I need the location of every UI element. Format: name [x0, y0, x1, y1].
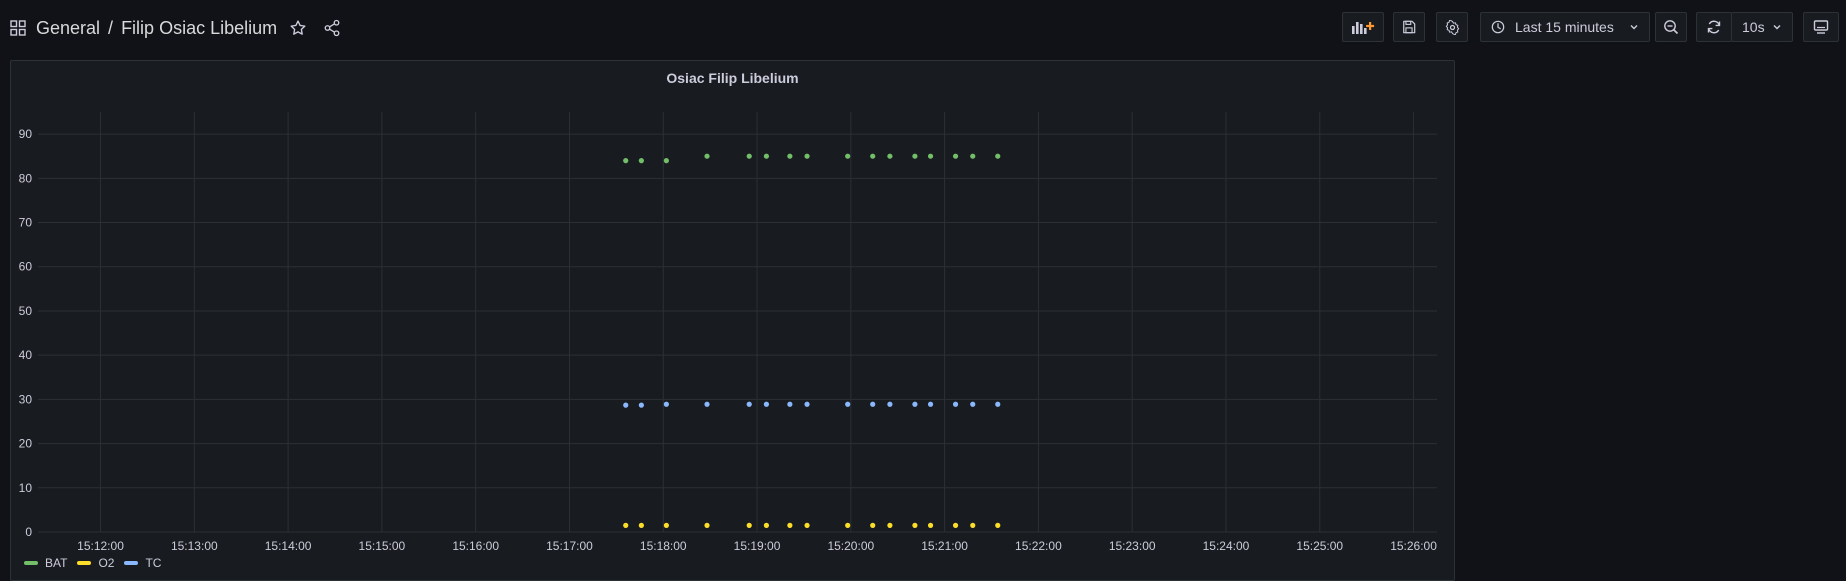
data-point-o2	[746, 522, 752, 528]
data-point-tc	[804, 401, 810, 407]
y-tick-label: 90	[19, 127, 33, 141]
legend-label: BAT	[45, 556, 68, 570]
x-tick-label: 15:26:00	[1390, 539, 1437, 553]
x-tick-label: 15:14:00	[265, 539, 312, 553]
data-point-tc	[887, 401, 893, 407]
y-tick-label: 60	[19, 260, 33, 274]
x-tick-label: 15:19:00	[734, 539, 781, 553]
data-point-bat	[952, 153, 959, 159]
data-point-bat	[912, 153, 918, 159]
data-point-bat	[638, 158, 644, 164]
data-point-tc	[952, 401, 959, 407]
legend-label: TC	[145, 556, 162, 570]
y-tick-label: 80	[19, 171, 33, 185]
data-point-bat	[804, 153, 810, 159]
data-point-o2	[912, 522, 918, 528]
data-point-tc	[763, 401, 770, 407]
x-tick-label: 15:16:00	[452, 539, 499, 553]
data-point-o2	[887, 522, 893, 528]
data-point-o2	[970, 522, 976, 528]
legend-item-tc[interactable]: TC	[124, 556, 161, 570]
data-point-tc	[927, 401, 934, 407]
data-point-o2	[663, 522, 669, 528]
data-point-bat	[845, 153, 851, 159]
data-point-tc	[995, 401, 1001, 407]
data-point-tc	[638, 402, 644, 408]
chart-legend: BAT O2 TC	[24, 556, 171, 570]
x-tick-label: 15:12:00	[77, 539, 124, 553]
x-tick-label: 15:20:00	[827, 539, 874, 553]
data-point-o2	[952, 522, 959, 528]
legend-swatch	[77, 561, 92, 565]
data-point-bat	[970, 153, 976, 159]
data-point-bat	[887, 153, 893, 159]
data-point-bat	[787, 153, 793, 159]
data-point-tc	[623, 402, 629, 408]
legend-label: O2	[98, 556, 115, 570]
legend-swatch	[24, 561, 38, 565]
data-point-bat	[763, 153, 770, 159]
data-point-o2	[845, 522, 851, 528]
data-point-bat	[995, 153, 1001, 159]
y-tick-label: 10	[19, 481, 33, 495]
data-point-bat	[704, 153, 710, 159]
legend-swatch	[124, 561, 139, 565]
data-point-bat	[623, 158, 629, 164]
data-point-o2	[927, 522, 934, 528]
data-point-bat	[746, 153, 752, 159]
x-tick-label: 15:15:00	[359, 539, 406, 553]
data-point-bat	[663, 158, 669, 164]
data-point-tc	[663, 401, 669, 407]
legend-item-bat[interactable]: BAT	[24, 556, 67, 570]
data-point-o2	[870, 522, 876, 528]
y-tick-label: 70	[19, 216, 33, 230]
y-tick-label: 50	[19, 304, 33, 318]
x-tick-label: 15:23:00	[1109, 539, 1156, 553]
data-point-tc	[870, 401, 876, 407]
data-point-bat	[927, 153, 934, 159]
data-point-o2	[623, 522, 629, 528]
data-point-tc	[845, 401, 851, 407]
x-tick-label: 15:17:00	[546, 539, 593, 553]
data-point-o2	[704, 522, 710, 528]
data-point-bat	[870, 153, 876, 159]
y-tick-label: 0	[25, 525, 32, 539]
data-point-tc	[746, 401, 752, 407]
x-tick-label: 15:18:00	[640, 539, 687, 553]
data-point-tc	[787, 401, 793, 407]
y-tick-label: 30	[19, 392, 33, 406]
y-tick-label: 20	[19, 437, 33, 451]
data-point-o2	[787, 522, 793, 528]
data-point-o2	[804, 522, 810, 528]
x-tick-label: 15:24:00	[1203, 539, 1250, 553]
data-point-tc	[970, 401, 976, 407]
x-tick-label: 15:25:00	[1296, 539, 1343, 553]
data-point-o2	[638, 522, 644, 528]
x-tick-label: 15:22:00	[1015, 539, 1062, 553]
data-point-o2	[995, 522, 1001, 528]
chart-plot-area[interactable]: 0 10 20 30 40 50 60 70 80 90 15:12:00 15:13:00 15:14…	[0, 0, 1846, 581]
x-tick-label: 15:21:00	[921, 539, 968, 553]
legend-item-o2[interactable]: O2	[77, 556, 114, 570]
data-point-tc	[704, 401, 710, 407]
data-point-tc	[912, 401, 918, 407]
y-tick-label: 40	[19, 348, 33, 362]
data-point-o2	[763, 522, 770, 528]
x-tick-label: 15:13:00	[171, 539, 218, 553]
